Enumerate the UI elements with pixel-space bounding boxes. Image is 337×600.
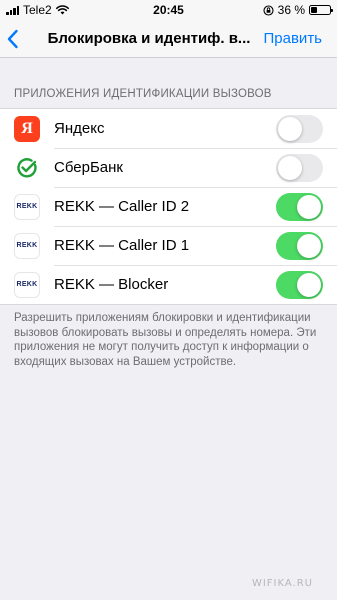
app-label: REKK — Caller ID 2 bbox=[54, 198, 190, 215]
toggle-switch[interactable] bbox=[276, 192, 323, 221]
toggle-switch[interactable] bbox=[276, 114, 323, 143]
rekk-app-icon: REKK bbox=[14, 232, 40, 259]
yandex-app-icon: Я bbox=[14, 115, 40, 142]
rotation-lock-icon bbox=[263, 4, 274, 16]
battery-icon bbox=[309, 5, 333, 15]
app-row-rekk-caller-id-1: REKK REKK — Caller ID 1 bbox=[0, 226, 337, 265]
app-row-yandex: Я Яндекс bbox=[0, 109, 337, 148]
battery-percent: 36 % bbox=[277, 3, 305, 17]
sberbank-logo-icon bbox=[17, 157, 37, 177]
edit-button[interactable]: Править bbox=[264, 30, 323, 47]
toggle-switch[interactable] bbox=[276, 231, 323, 260]
status-right: 36 % bbox=[263, 3, 333, 17]
app-row-rekk-caller-id-2: REKK REKK — Caller ID 2 bbox=[0, 187, 337, 226]
rekk-app-icon: REKK bbox=[14, 193, 40, 220]
sberbank-app-icon bbox=[14, 154, 40, 181]
navigation-bar: Блокировка и идентиф. в... Править bbox=[0, 20, 337, 58]
toggle-switch[interactable] bbox=[276, 270, 323, 299]
toggle-knob bbox=[297, 194, 321, 219]
chevron-left-icon[interactable] bbox=[6, 29, 20, 49]
app-label: СберБанк bbox=[54, 159, 123, 176]
status-bar: Tele2 20:45 36 % bbox=[0, 0, 337, 20]
page-title: Блокировка и идентиф. в... bbox=[47, 30, 251, 47]
toggle-knob bbox=[297, 233, 321, 258]
caller-id-apps-list: Я Яндекс СберБанк REKK REKK — Caller ID … bbox=[0, 108, 337, 305]
toggle-knob bbox=[278, 116, 302, 141]
app-row-rekk-blocker: REKK REKK — Blocker bbox=[0, 265, 337, 304]
section-header: ПРИЛОЖЕНИЯ ИДЕНТИФИКАЦИИ ВЫЗОВОВ bbox=[14, 88, 272, 100]
toggle-switch[interactable] bbox=[276, 153, 323, 182]
rekk-app-icon: REKK bbox=[14, 271, 40, 298]
app-label: REKK — Blocker bbox=[54, 276, 169, 293]
battery-level-fill bbox=[311, 7, 318, 13]
app-label: Яндекс bbox=[54, 120, 105, 137]
app-label: REKK — Caller ID 1 bbox=[54, 237, 190, 254]
toggle-knob bbox=[278, 155, 302, 180]
watermark: WIFIKA.RU bbox=[251, 578, 313, 589]
app-row-sberbank: СберБанк bbox=[0, 148, 337, 187]
section-footer: Разрешить приложениям блокировки и идент… bbox=[14, 312, 317, 368]
toggle-knob bbox=[297, 272, 321, 297]
